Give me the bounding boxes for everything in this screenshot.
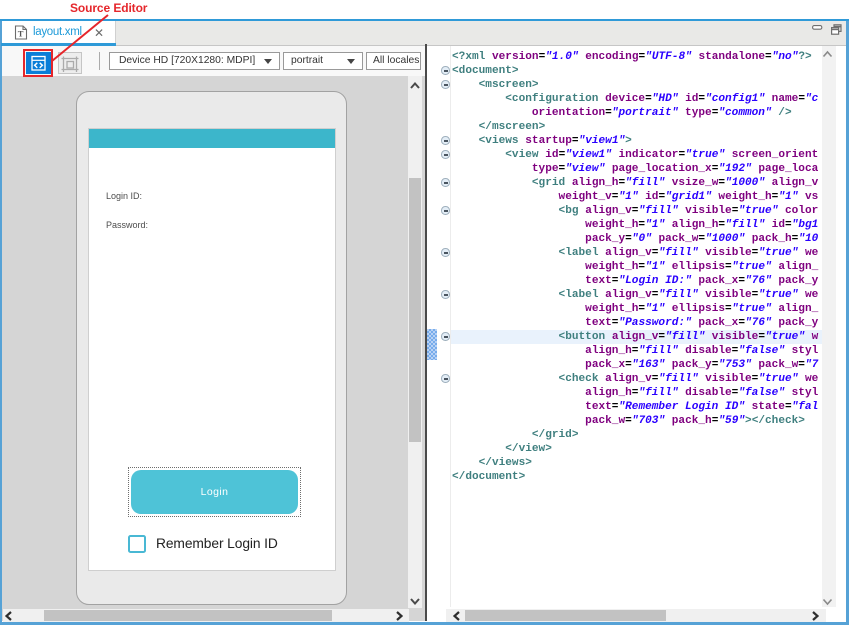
svg-text:T: T: [18, 28, 24, 38]
